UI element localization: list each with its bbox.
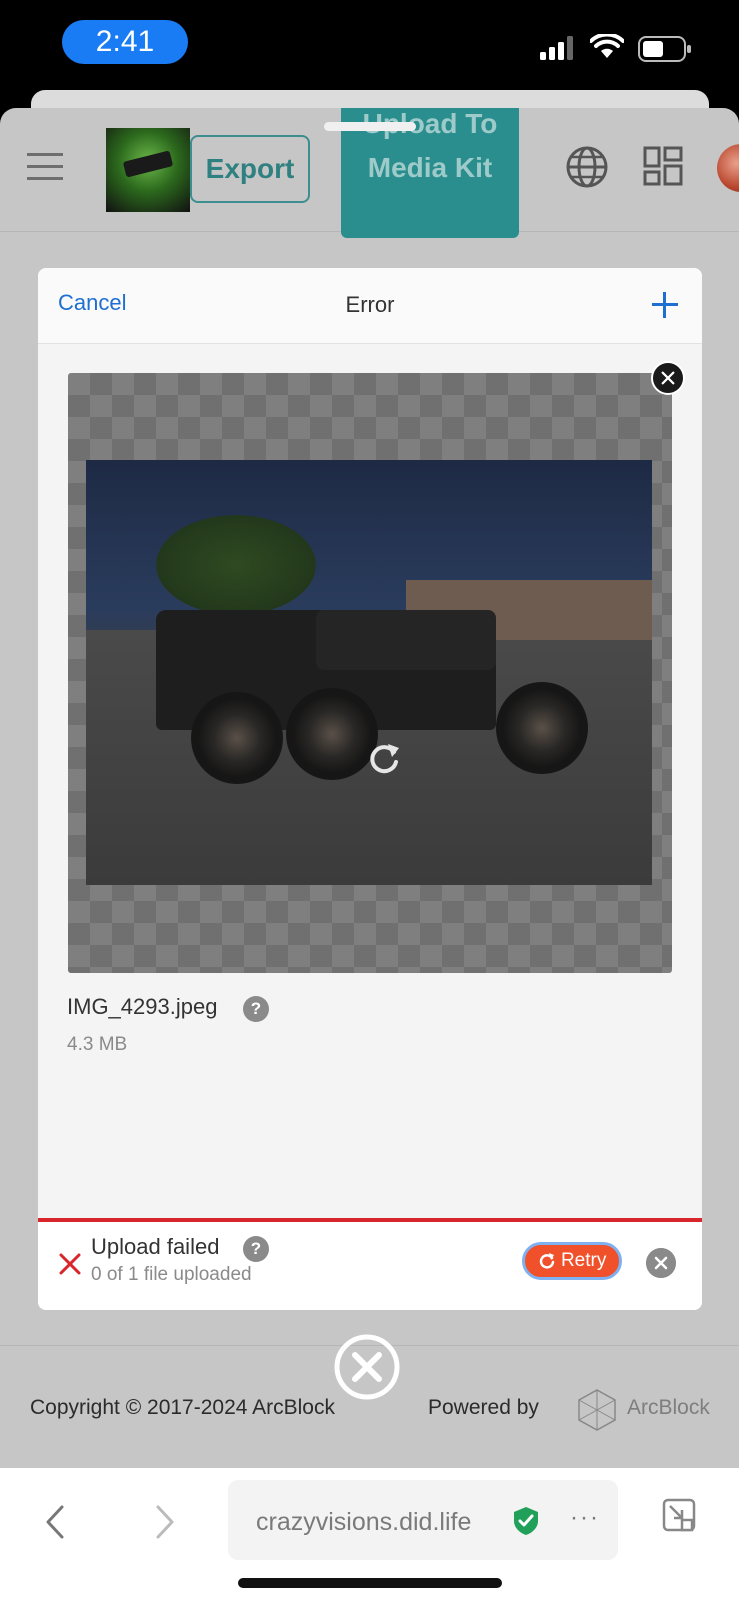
dismiss-status-icon[interactable] (646, 1248, 676, 1278)
retry-label: Retry (560, 1250, 607, 1271)
upload-status-title: Upload failed (91, 1234, 220, 1259)
minimize-window-icon[interactable] (662, 1498, 696, 1532)
powered-by-text: Powered by (428, 1396, 539, 1419)
arcblock-brand-text: ArcBlock (627, 1396, 710, 1419)
status-time: 2:41 (62, 20, 188, 64)
export-button[interactable]: Export (190, 135, 310, 203)
upload-status-subtitle: 0 of 1 file uploaded (91, 1264, 252, 1285)
close-dialog-icon[interactable] (333, 1333, 401, 1401)
signal-icon (540, 36, 573, 60)
menu-icon[interactable] (27, 153, 63, 183)
site-logo[interactable] (106, 128, 190, 212)
retry-icon (539, 1253, 554, 1269)
wifi-icon (590, 34, 624, 58)
avatar[interactable] (717, 144, 739, 192)
retry-icon[interactable] (366, 738, 402, 778)
upload-dialog: Cancel Error IMG_4293.jpeg ? 4.3 MB Uplo… (38, 268, 702, 1310)
copyright-text: Copyright © 2017-2024 ArcBlock (30, 1396, 335, 1419)
forward-arrow-icon[interactable] (152, 1504, 178, 1540)
browser-toolbar: crazyvisions.did.life ··· (0, 1468, 739, 1600)
status-help-icon[interactable]: ? (243, 1236, 269, 1262)
sheet-grabber[interactable] (324, 122, 416, 131)
file-preview (68, 373, 672, 973)
more-options-icon[interactable]: ··· (570, 1504, 600, 1532)
verified-shield-icon (514, 1507, 538, 1535)
url-text: crazyvisions.did.life (256, 1508, 472, 1536)
arcblock-logo-icon (578, 1389, 616, 1431)
retry-button[interactable]: Retry (522, 1242, 622, 1280)
battery-icon (638, 36, 691, 62)
address-bar[interactable]: crazyvisions.did.life ··· (228, 1480, 618, 1560)
back-arrow-icon[interactable] (42, 1504, 68, 1540)
add-file-icon[interactable] (650, 290, 680, 320)
apps-grid-icon[interactable] (643, 146, 683, 186)
home-indicator (238, 1578, 502, 1588)
file-thumbnail (86, 460, 652, 885)
error-x-icon (59, 1253, 81, 1275)
file-help-icon[interactable]: ? (243, 996, 269, 1022)
file-name: IMG_4293.jpeg (67, 994, 218, 1019)
upload-status-bar: Upload failed ? 0 of 1 file uploaded Ret… (38, 1218, 702, 1310)
globe-icon[interactable] (565, 145, 609, 189)
dialog-header: Cancel Error (38, 268, 702, 344)
dialog-title: Error (345, 292, 395, 317)
remove-file-icon[interactable] (651, 361, 685, 395)
file-size: 4.3 MB (67, 1034, 128, 1055)
